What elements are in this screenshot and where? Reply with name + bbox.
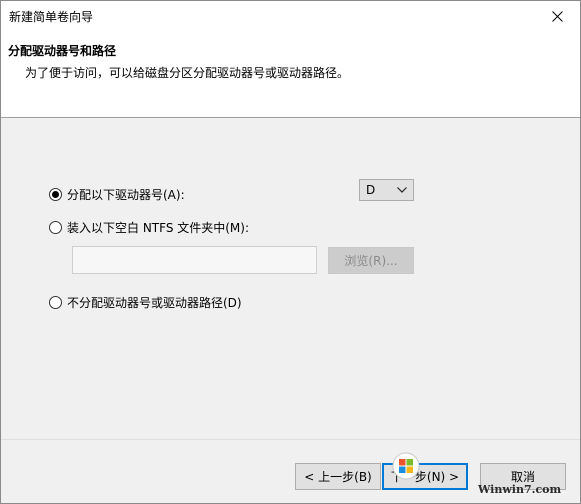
wizard-footer: < 上一步(B) 下一步(N) > 取消 <box>1 439 580 503</box>
mount-folder-label: 装入以下空白 NTFS 文件夹中(M): <box>67 221 250 235</box>
mount-folder-option[interactable]: 装入以下空白 NTFS 文件夹中(M): <box>49 219 249 236</box>
title-bar: 新建简单卷向导 <box>1 1 580 31</box>
assign-letter-radio[interactable] <box>49 188 62 201</box>
assign-letter-label: 分配以下驱动器号(A): <box>67 188 185 202</box>
back-button[interactable]: < 上一步(B) <box>295 463 381 490</box>
close-icon <box>551 10 563 22</box>
no-assign-option[interactable]: 不分配驱动器号或驱动器路径(D) <box>49 294 242 311</box>
assign-letter-option[interactable]: 分配以下驱动器号(A): <box>49 186 185 203</box>
browse-button[interactable]: 浏览(R)... <box>328 247 414 274</box>
close-button[interactable] <box>534 1 580 31</box>
page-title: 分配驱动器号和路径 <box>8 44 117 58</box>
drive-letter-select[interactable]: D <box>359 179 414 201</box>
mount-folder-radio[interactable] <box>49 221 62 234</box>
wizard-header: 分配驱动器号和路径 为了便于访问，可以给磁盘分区分配驱动器号或驱动器路径。 <box>1 31 580 118</box>
chevron-down-icon <box>397 187 407 193</box>
no-assign-label: 不分配驱动器号或驱动器路径(D) <box>67 296 242 310</box>
next-button[interactable]: 下一步(N) > <box>382 463 468 490</box>
folder-path-input[interactable] <box>72 246 317 274</box>
wizard-content: 分配以下驱动器号(A): D 装入以下空白 NTFS 文件夹中(M): 浏览(R… <box>1 118 580 439</box>
page-subtitle: 为了便于访问，可以给磁盘分区分配驱动器号或驱动器路径。 <box>25 66 350 80</box>
wizard-window: 新建简单卷向导 分配驱动器号和路径 为了便于访问，可以给磁盘分区分配驱动器号或驱… <box>0 0 581 504</box>
cancel-button[interactable]: 取消 <box>480 463 566 490</box>
drive-letter-value: D <box>366 183 376 197</box>
no-assign-radio[interactable] <box>49 296 62 309</box>
window-title: 新建简单卷向导 <box>9 10 94 24</box>
